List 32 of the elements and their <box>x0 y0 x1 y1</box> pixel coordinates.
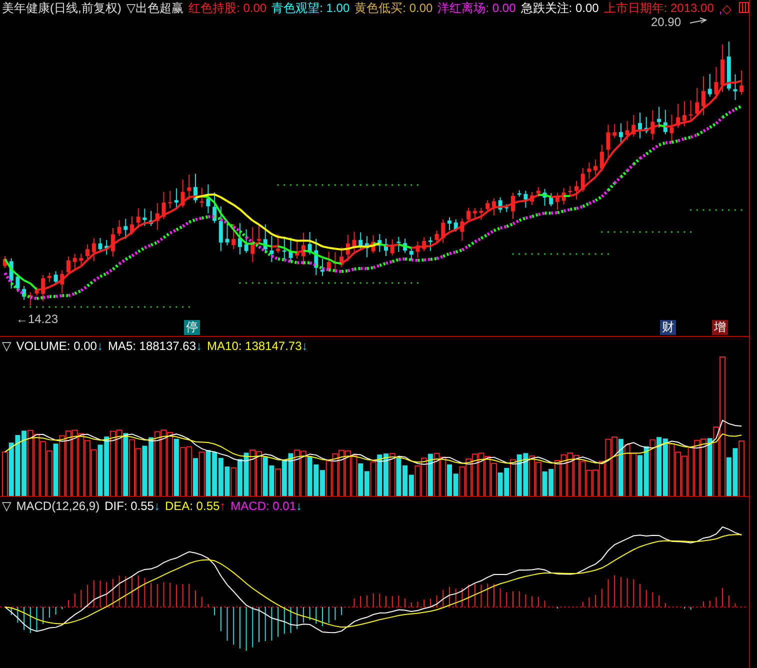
trend-arrow: ↓ <box>196 338 202 352</box>
indicator-reading: MA5: 188137.63 <box>108 338 196 352</box>
event-marker: 财 <box>660 320 676 335</box>
indicator-reading: 洋红离场: 0.00 <box>438 0 516 17</box>
high-price-label: 20.90 <box>651 15 682 29</box>
indicator-reading: 上市日期年: 2013.00 <box>604 0 714 17</box>
trend-arrow: ↑ <box>220 498 226 512</box>
indicator-name[interactable]: ▽出色超赢 <box>126 0 184 17</box>
collapse-toggle[interactable]: ▽ <box>2 498 12 512</box>
indicator-reading: 急跌关注: 0.00 <box>520 0 599 17</box>
indicator-reading: 红色持股: 0.00 <box>188 0 267 17</box>
indicator-reading: 黄色低买: 0.00 <box>354 0 433 17</box>
box-icon[interactable] <box>739 2 749 13</box>
indicator-reading: 青色观望: 1.00 <box>272 0 350 17</box>
event-marker: 停 <box>184 320 200 335</box>
marker-symbol: , <box>718 2 722 16</box>
indicator-reading: MACD: 0.01 <box>230 498 296 512</box>
marker-symbol: ◇ <box>722 2 732 16</box>
trend-arrow: ↓ <box>154 498 160 512</box>
indicator-name: MACD(12,26,9) <box>16 498 100 512</box>
leader-line <box>690 18 708 24</box>
event-marker: 增 <box>712 320 728 335</box>
stock-title: 美年健康(日线,前复权) <box>2 0 122 17</box>
trend-arrow: ↓ <box>96 338 103 352</box>
indicator-reading: MA10: 138147.73 <box>207 338 302 352</box>
indicator-reading: DEA: 0.55 <box>164 498 220 512</box>
collapse-toggle[interactable]: ▽ <box>2 338 12 352</box>
trend-arrow: ↓ <box>296 498 302 512</box>
trend-arrow: ↓ <box>302 338 308 352</box>
indicator-reading: DIF: 0.55 <box>104 498 154 512</box>
indicator-reading: VOLUME: 0.00 <box>16 338 97 352</box>
low-price-label: ←14.23 <box>16 312 58 326</box>
